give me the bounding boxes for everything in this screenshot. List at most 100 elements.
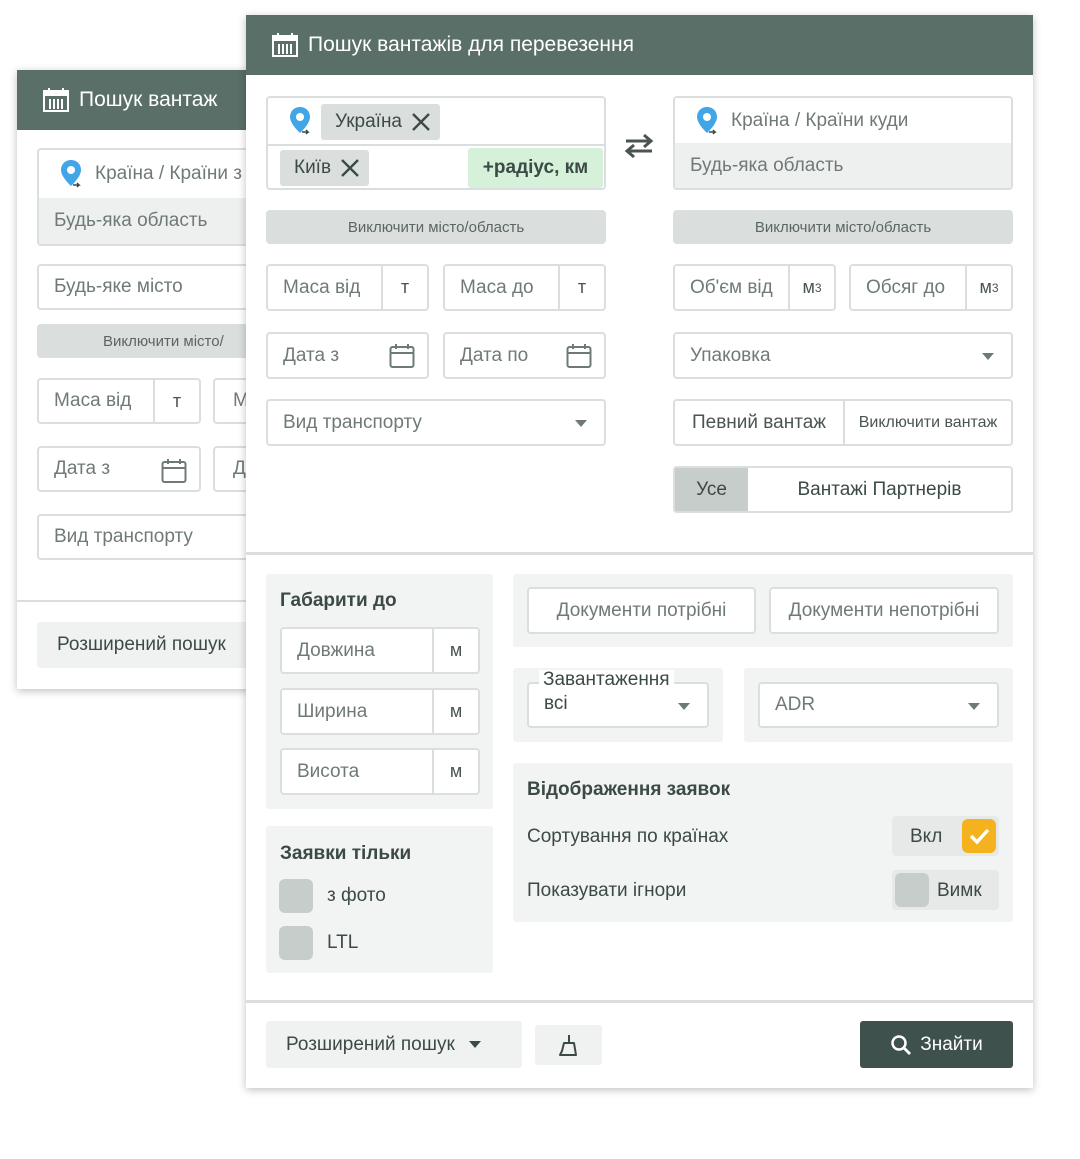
calendar-icon[interactable] xyxy=(161,458,187,484)
filter-partners-tab[interactable]: Вантажі Партнерів xyxy=(748,468,1011,511)
from-location-field[interactable]: Україна Київ +радіус, км xyxy=(266,96,606,190)
specific-cargo-field[interactable]: Певний вантаж Виключити вантаж xyxy=(673,399,1013,446)
calendar-icon[interactable] xyxy=(566,343,592,369)
calendar-icon xyxy=(43,88,69,112)
adr-select[interactable]: ADR xyxy=(758,682,999,728)
radius-button[interactable]: +радіус, км xyxy=(468,148,603,188)
back-window-title: Пошук вантаж xyxy=(79,88,218,111)
ignored-state-label: Вимк xyxy=(937,880,982,901)
back-transport-type-label: Вид транспорту xyxy=(54,526,193,547)
from-exclude-button[interactable]: Виключити місто/область xyxy=(266,210,606,244)
filter-all-tab[interactable]: Усе xyxy=(675,468,748,511)
weight-to-placeholder: Маса до xyxy=(460,276,534,298)
sort-checkbox-checked[interactable] xyxy=(962,819,996,853)
advanced-search-button[interactable]: Розширений пошук xyxy=(266,1021,522,1068)
exclude-cargo-button[interactable]: Виключити вантаж xyxy=(845,401,1011,444)
height-unit: м xyxy=(432,750,478,793)
back-weight-from-placeholder: Маса від xyxy=(54,390,132,411)
footer-divider xyxy=(246,1000,1033,1003)
filter-partners-label: Вантажі Партнерів xyxy=(797,478,962,500)
swap-arrows-icon[interactable] xyxy=(622,133,656,159)
back-any-city-field[interactable]: Будь-яке місто xyxy=(37,264,257,310)
back-divider xyxy=(17,600,257,602)
chevron-down-icon xyxy=(468,1041,481,1048)
transport-type-placeholder: Вид транспорту xyxy=(283,411,422,433)
chevron-down-icon xyxy=(575,420,587,427)
weight-from-unit: т xyxy=(381,266,427,309)
calendar-icon xyxy=(272,33,298,57)
date-from-field[interactable]: Дата з xyxy=(266,332,429,379)
weight-to-field[interactable]: Маса до т xyxy=(443,264,606,311)
search-icon xyxy=(891,1034,912,1055)
width-field[interactable]: Ширина м xyxy=(280,688,480,735)
back-from-country-placeholder: Країна / Країни з xyxy=(95,163,242,184)
date-to-field[interactable]: Дата по xyxy=(443,332,606,379)
adr-placeholder: ADR xyxy=(775,694,816,715)
back-date-from-placeholder: Дата з xyxy=(54,458,111,479)
from-exclude-label: Виключити місто/область xyxy=(347,218,525,236)
back-exclude-button[interactable]: Виключити місто/ xyxy=(37,324,257,358)
date-from-placeholder: Дата з xyxy=(283,344,340,366)
ignored-checkbox[interactable] xyxy=(895,873,929,907)
show-ignored-toggle[interactable]: Вимк xyxy=(892,870,999,910)
clear-filters-button[interactable] xyxy=(535,1025,602,1065)
sort-by-country-label: Сортування по країнах xyxy=(527,826,729,847)
loading-floating-label: Завантаження xyxy=(539,670,674,690)
exclude-cargo-label: Виключити вантаж xyxy=(858,413,998,431)
calendar-icon[interactable] xyxy=(389,343,415,369)
back-transport-type-select[interactable]: Вид транспорту xyxy=(37,514,257,560)
docs-not-required-button[interactable]: Документи непотрібні xyxy=(769,587,999,634)
volume-unit-label: м xyxy=(979,277,992,297)
packaging-select[interactable]: Упаковка xyxy=(673,332,1013,379)
back-date-from-field[interactable]: Дата з xyxy=(37,446,201,492)
to-exclude-button[interactable]: Виключити місто/область xyxy=(673,210,1013,244)
to-country-placeholder: Країна / Країни куди xyxy=(731,109,909,131)
back-from-country-field[interactable]: Країна / Країни з Будь-яка область xyxy=(37,148,257,246)
back-advanced-search-label: Розширений пошук xyxy=(57,634,226,655)
sort-by-country-toggle[interactable]: Вкл xyxy=(892,816,999,856)
back-weight-unit: т xyxy=(153,380,199,422)
location-pin-icon xyxy=(290,107,310,135)
cargo-filter-toggle[interactable]: Усе Вантажі Партнерів xyxy=(673,466,1013,513)
docs-required-button[interactable]: Документи потрібні xyxy=(527,587,756,634)
location-pin-icon xyxy=(697,106,717,135)
sort-state-label: Вкл xyxy=(910,826,943,847)
display-panel: Відображення заявок Сортування по країна… xyxy=(513,763,1013,922)
close-icon[interactable] xyxy=(339,157,361,179)
volume-unit-label: м xyxy=(802,277,815,297)
height-field[interactable]: Висота м xyxy=(280,748,480,795)
city-chip-label: Київ xyxy=(294,157,332,178)
ltl-checkbox[interactable] xyxy=(279,926,313,960)
find-button[interactable]: Знайти xyxy=(860,1021,1013,1068)
main-window-header: Пошук вантажів для перевезення xyxy=(246,15,1033,75)
ltl-label: LTL xyxy=(327,932,359,953)
volume-from-placeholder: Об'єм від xyxy=(690,276,773,298)
only-requests-title: Заявки тільки xyxy=(280,843,412,864)
width-unit: м xyxy=(432,690,478,733)
to-location-field[interactable]: Країна / Країни куди Будь-яка область xyxy=(673,96,1013,190)
filter-all-label: Усе xyxy=(696,478,727,500)
length-field[interactable]: Довжина м xyxy=(280,627,480,674)
main-search-window: Пошук вантажів для перевезення Україна К… xyxy=(246,15,1033,1088)
country-chip-ukraine[interactable]: Україна xyxy=(321,104,441,140)
specific-cargo-button[interactable]: Певний вантаж xyxy=(675,401,845,444)
volume-from-field[interactable]: Об'єм від м3 xyxy=(673,264,836,311)
volume-to-field[interactable]: Обсяг до м3 xyxy=(849,264,1013,311)
to-exclude-label: Виключити місто/область xyxy=(754,218,932,236)
close-icon[interactable] xyxy=(410,111,432,133)
docs-required-label: Документи потрібні xyxy=(556,599,727,621)
with-photo-checkbox[interactable] xyxy=(279,879,313,913)
dimensions-title: Габарити до xyxy=(280,590,397,611)
length-unit: м xyxy=(432,629,478,672)
dimensions-panel: Габарити до Довжина м Ширина м Висота м xyxy=(266,574,493,809)
country-chip-label: Україна xyxy=(335,111,403,132)
city-chip-kyiv[interactable]: Київ xyxy=(280,150,370,186)
date-to-placeholder: Дата по xyxy=(460,344,529,366)
weight-from-field[interactable]: Маса від т xyxy=(266,264,429,311)
back-weight-from-field[interactable]: Маса від т xyxy=(37,378,201,424)
transport-type-select[interactable]: Вид транспорту xyxy=(266,399,606,446)
back-advanced-search-button[interactable]: Розширений пошук xyxy=(37,622,257,668)
weight-from-placeholder: Маса від xyxy=(283,276,361,298)
back-date-to-placeholder: Д xyxy=(233,458,246,479)
brush-icon xyxy=(558,1035,577,1056)
